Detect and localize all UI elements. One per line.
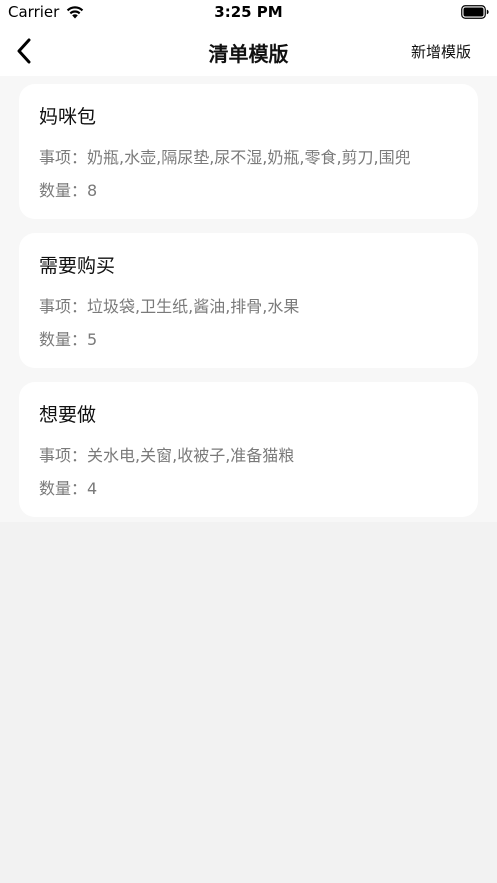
template-title: 妈咪包 (39, 106, 97, 128)
template-items: 事项：垃圾袋,卫生纸,酱油,排骨,水果 (39, 293, 466, 317)
count-value: 4 (87, 479, 98, 498)
template-list: 妈咪包 事项：奶瓶,水壶,隔尿垫,尿不湿,奶瓶,零食,剪刀,围兜 数量：8 需要… (0, 76, 497, 522)
count-value: 5 (87, 330, 98, 349)
items-label: 事项： (39, 446, 88, 465)
count-value: 8 (87, 181, 98, 200)
count-label: 数量： (39, 181, 88, 200)
template-count: 数量：8 (39, 177, 97, 201)
add-template-button[interactable]: 新增模版 (411, 41, 471, 62)
items-value: 关水电,关窗,收被子,准备猫粮 (87, 446, 295, 465)
status-bar: Carrier 3:25 PM (0, 0, 497, 26)
template-card[interactable]: 想要做 事项：关水电,关窗,收被子,准备猫粮 数量：4 (19, 382, 478, 517)
battery-icon (461, 5, 489, 19)
template-title: 需要购买 (39, 255, 116, 277)
template-count: 数量：5 (39, 326, 97, 350)
items-label: 事项： (39, 297, 88, 316)
template-items: 事项：奶瓶,水壶,隔尿垫,尿不湿,奶瓶,零食,剪刀,围兜 (39, 144, 466, 168)
template-items: 事项：关水电,关窗,收被子,准备猫粮 (39, 442, 466, 466)
status-time: 3:25 PM (214, 3, 283, 21)
count-label: 数量： (39, 479, 88, 498)
template-title: 想要做 (39, 404, 97, 426)
count-label: 数量： (39, 330, 88, 349)
template-count: 数量：4 (39, 475, 97, 499)
template-card[interactable]: 需要购买 事项：垃圾袋,卫生纸,酱油,排骨,水果 数量：5 (19, 233, 478, 368)
items-value: 奶瓶,水壶,隔尿垫,尿不湿,奶瓶,零食,剪刀,围兜 (87, 148, 411, 167)
template-card[interactable]: 妈咪包 事项：奶瓶,水壶,隔尿垫,尿不湿,奶瓶,零食,剪刀,围兜 数量：8 (19, 84, 478, 219)
navigation-bar: 清单模版 新增模版 (0, 26, 497, 76)
items-label: 事项： (39, 148, 88, 167)
items-value: 垃圾袋,卫生纸,酱油,排骨,水果 (87, 297, 300, 316)
